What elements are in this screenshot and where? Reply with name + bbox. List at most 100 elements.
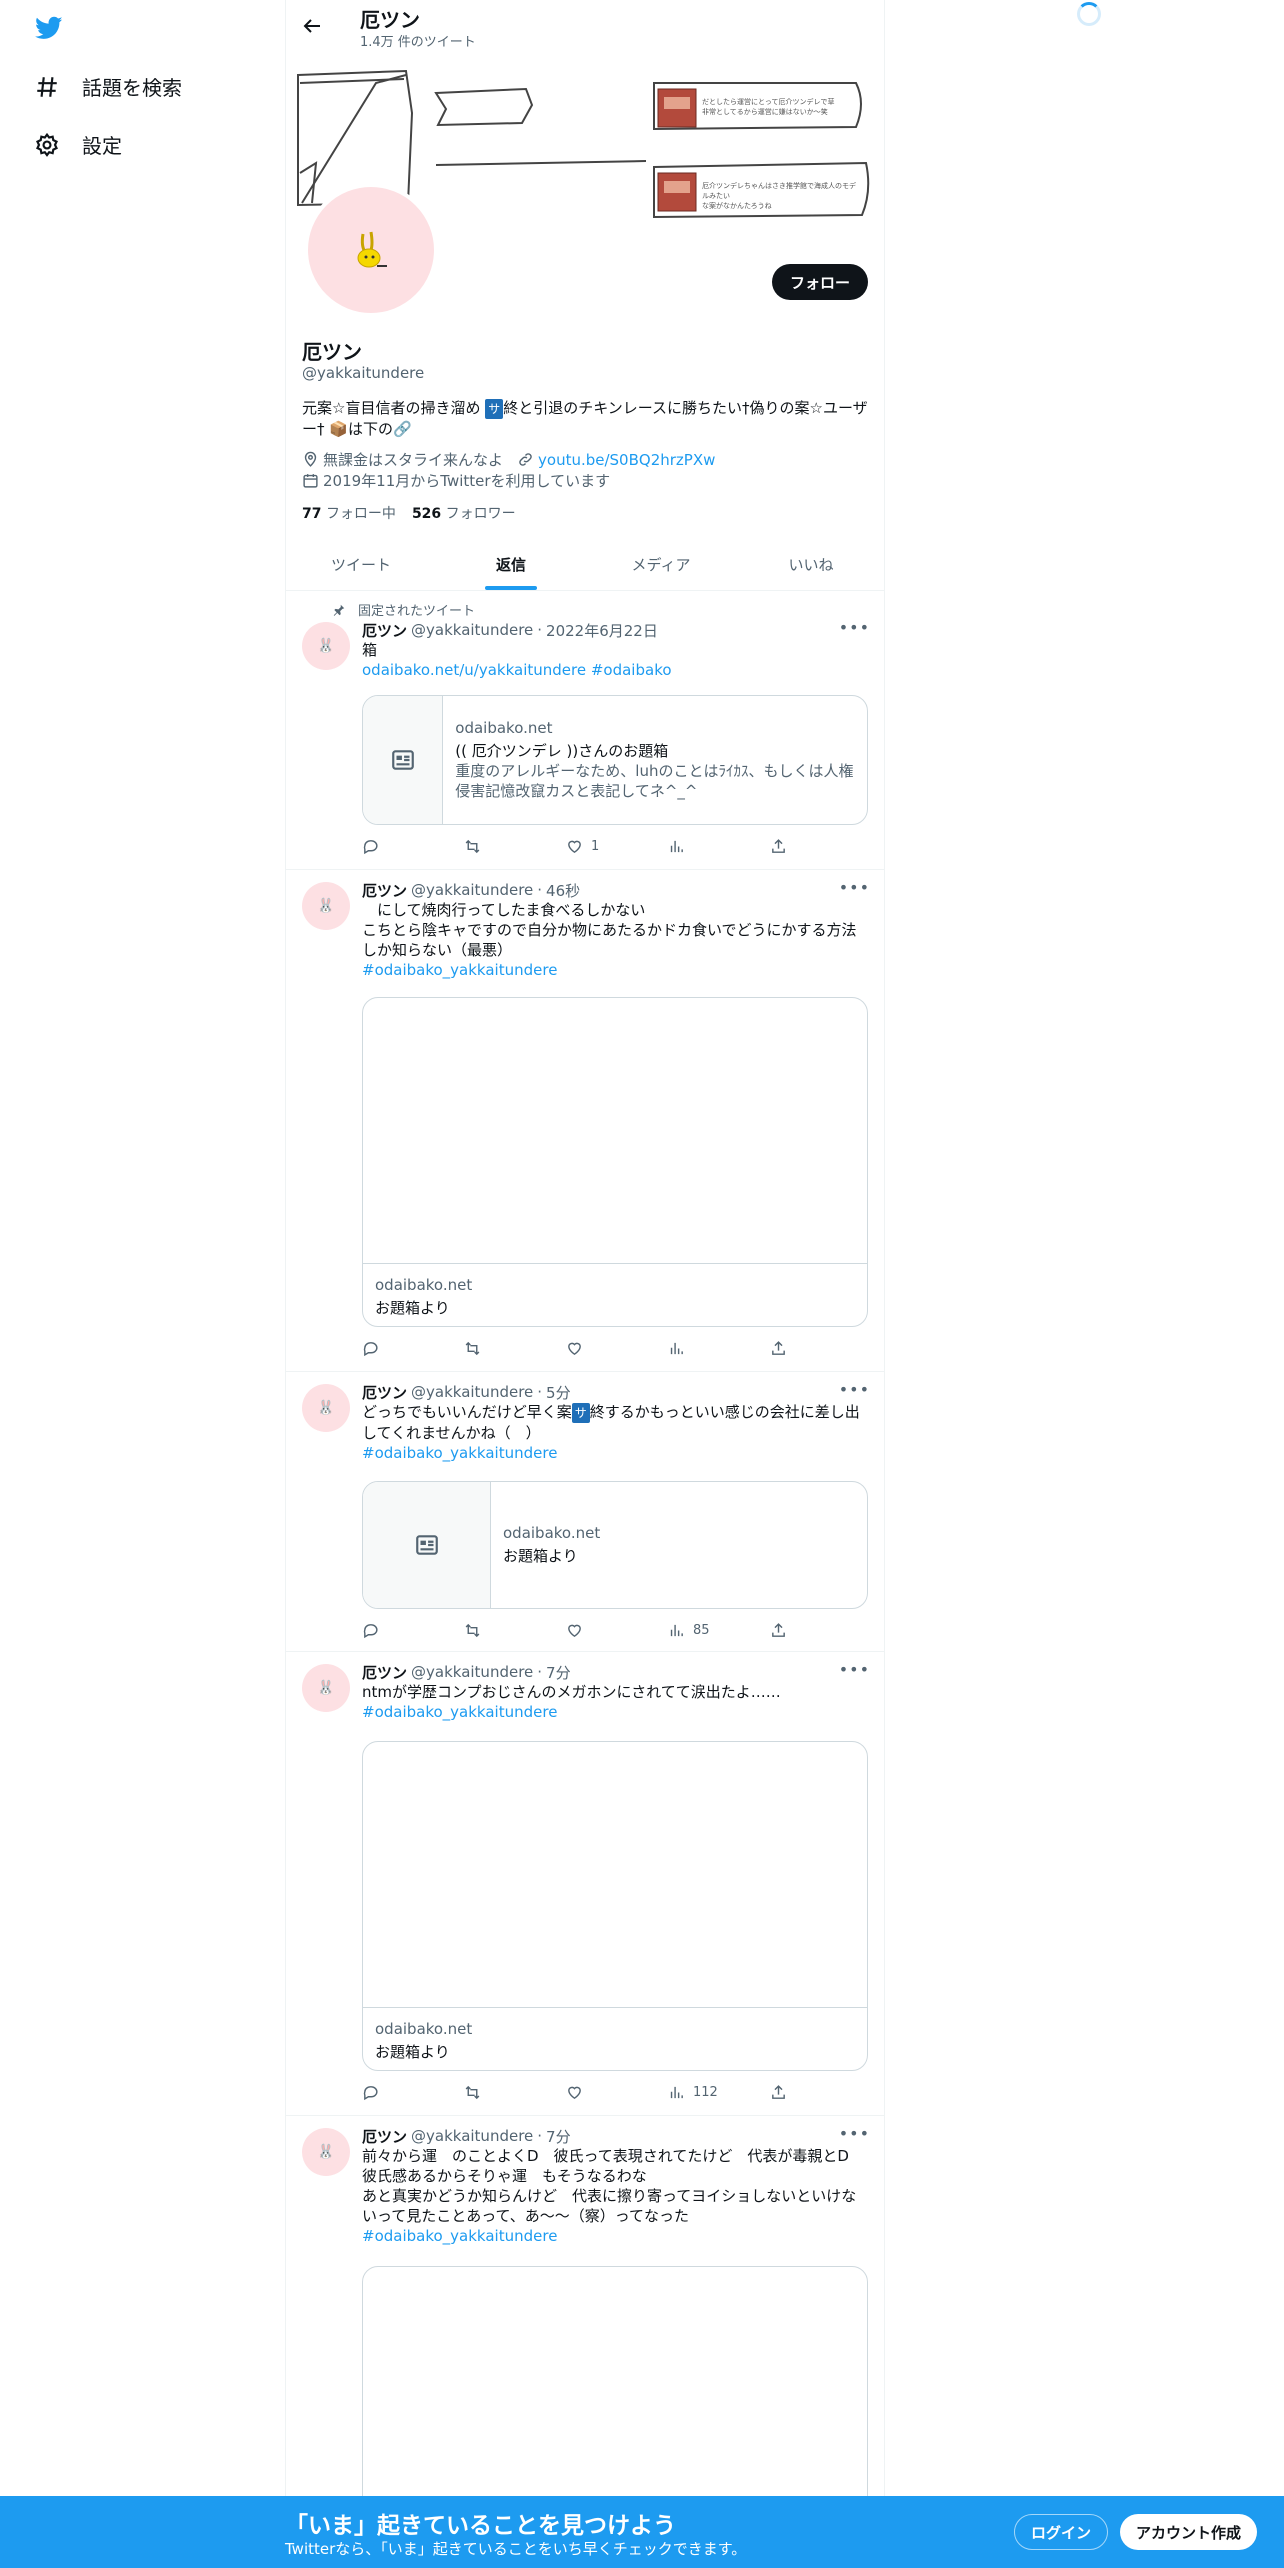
nav-explore[interactable]: 話題を検索 xyxy=(34,72,182,101)
profile-avatar[interactable] xyxy=(304,183,438,317)
tweet-avatar[interactable]: 🐰 xyxy=(302,1384,350,1432)
like-button[interactable] xyxy=(566,1340,626,1357)
views-button[interactable]: 112 xyxy=(668,2084,728,2101)
bar-chart-icon xyxy=(670,840,683,853)
tweet-avatar[interactable]: 🐰 xyxy=(302,1664,350,1712)
link-card[interactable]: odaibako.net (( 厄介ツンデレ ))さんのお題箱 重度のアレルギー… xyxy=(362,695,868,825)
profile-name: 厄ツン xyxy=(302,340,362,364)
profile-joined: 2019年11月からTwitterを利用しています xyxy=(302,470,610,491)
reply-button[interactable] xyxy=(362,2084,422,2101)
reply-button[interactable] xyxy=(362,1340,422,1357)
tweet-header: 厄ツン @yakkaitundere · 7分 xyxy=(362,1662,571,1683)
tweet-link[interactable]: #odaibako_yakkaitundere xyxy=(362,2226,870,2246)
share-icon xyxy=(772,1623,785,1637)
header-name: 厄ツン xyxy=(360,8,420,32)
retweet-button[interactable] xyxy=(464,2084,524,2101)
reply-icon xyxy=(363,1624,378,1639)
bio-text-1: 元案☆盲目信者の掃き溜め xyxy=(302,399,486,417)
profile-handle: @yakkaitundere xyxy=(302,364,425,382)
share-button[interactable] xyxy=(770,1622,787,1639)
like-button[interactable] xyxy=(566,2084,626,2101)
views-button[interactable]: 85 xyxy=(668,1622,728,1639)
tweet-author-name[interactable]: 厄ツン xyxy=(362,1382,407,1403)
profile-location: 無課金はスタライ来んなよ xyxy=(302,449,503,470)
tweet-author-handle[interactable]: @yakkaitundere xyxy=(411,621,533,639)
tweet-item[interactable]: 🐰 ••• 厄ツン @yakkaitundere · 5分 どっちでもいいんだけ… xyxy=(286,1372,884,1652)
heart-icon xyxy=(568,2086,581,2100)
profile-tabs: ツイート 返信 メディア いいね xyxy=(286,538,884,591)
reply-icon xyxy=(363,2086,378,2101)
reply-button[interactable] xyxy=(362,1622,422,1639)
share-icon xyxy=(772,1341,785,1355)
location-pin-icon xyxy=(304,451,317,467)
tweet-link[interactable]: #odaibako_yakkaitundere xyxy=(362,1702,870,1722)
tweet-time[interactable]: 7分 xyxy=(546,1662,571,1683)
tweet-item[interactable]: 固定されたツイート 🐰 ••• 厄ツン @yakkaitundere · 202… xyxy=(286,592,884,870)
profile-url[interactable]: youtu.be/S0BQ2hrzPXw xyxy=(517,451,715,469)
tab-media[interactable]: メディア xyxy=(586,538,736,590)
profile-meta-row: 無課金はスタライ来んなよ youtu.be/S0BQ2hrzPXw xyxy=(302,449,715,470)
views-button[interactable] xyxy=(668,838,728,855)
pinned-indicator: 固定されたツイート xyxy=(332,600,475,619)
share-button[interactable] xyxy=(770,838,787,855)
tweet-author-handle[interactable]: @yakkaitundere xyxy=(411,1383,533,1401)
share-button[interactable] xyxy=(770,2084,787,2101)
views-button[interactable] xyxy=(668,1340,728,1357)
tweet-link[interactable]: odaibako.net/u/yakkaitundere #odaibako xyxy=(362,660,870,680)
retweet-icon xyxy=(465,1623,480,1638)
tweet-author-name[interactable]: 厄ツン xyxy=(362,2126,407,2147)
share-button[interactable] xyxy=(770,1340,787,1357)
like-button[interactable]: 1 xyxy=(566,838,626,855)
tweet-actions: 112 xyxy=(362,2084,787,2101)
retweet-button[interactable] xyxy=(464,838,524,855)
tweet-author-name[interactable]: 厄ツン xyxy=(362,1662,407,1683)
follow-button[interactable]: フォロー xyxy=(771,264,868,300)
card-domain: odaibako.net xyxy=(503,1524,601,1542)
retweet-button[interactable] xyxy=(464,1340,524,1357)
tweet-author-handle[interactable]: @yakkaitundere xyxy=(411,1663,533,1681)
tweet-time[interactable]: 2022年6月22日 xyxy=(546,620,658,641)
following-stat[interactable]: 77 フォロー中 xyxy=(302,503,396,523)
tweet-author-handle[interactable]: @yakkaitundere xyxy=(411,2127,533,2145)
tweet-time[interactable]: 5分 xyxy=(546,1382,571,1403)
tweet-author-handle[interactable]: @yakkaitundere xyxy=(411,881,533,899)
retweet-button[interactable] xyxy=(464,1622,524,1639)
profile-url-text[interactable]: youtu.be/S0BQ2hrzPXw xyxy=(538,451,715,469)
tweet-link[interactable]: #odaibako_yakkaitundere xyxy=(362,960,870,980)
bar-chart-icon xyxy=(670,1624,683,1637)
followers-stat[interactable]: 526 フォロワー xyxy=(412,503,516,523)
tab-tweets[interactable]: ツイート xyxy=(286,538,436,590)
link-card[interactable]: odaibako.net お題箱より xyxy=(362,1741,868,2071)
tweet-avatar[interactable]: 🐰 xyxy=(302,882,350,930)
tab-replies[interactable]: 返信 xyxy=(436,538,586,590)
following-label: フォロー中 xyxy=(325,506,396,522)
tweet-author-name[interactable]: 厄ツン xyxy=(362,620,407,641)
card-domain: odaibako.net xyxy=(455,719,553,737)
tweet-item[interactable]: 🐰 ••• 厄ツン @yakkaitundere · 46秒 にして焼肉行ってし… xyxy=(286,870,884,1372)
profile-location-text: 無課金はスタライ来んなよ xyxy=(323,451,504,469)
link-card[interactable]: odaibako.net お題箱より xyxy=(362,1481,868,1609)
reply-icon xyxy=(363,840,378,855)
back-arrow-icon[interactable] xyxy=(300,14,324,38)
followers-label: フォロワー xyxy=(445,506,516,522)
tweet-item[interactable]: 🐰 ••• 厄ツン @yakkaitundere · 7分 ntmが学歴コンプお… xyxy=(286,1652,884,2116)
tweet-author-name[interactable]: 厄ツン xyxy=(362,880,407,901)
tab-likes[interactable]: いいね xyxy=(736,538,884,590)
twitter-bird-icon[interactable] xyxy=(32,14,66,42)
tweet-link[interactable]: #odaibako_yakkaitundere xyxy=(362,1443,870,1463)
link-card[interactable]: odaibako.net お題箱より xyxy=(362,997,868,1327)
tweet-body: 厄ツン @yakkaitundere · 7分 前々から運 のことよくD 彼氏っ… xyxy=(362,2126,870,2246)
reply-button[interactable] xyxy=(362,838,422,855)
tweet-badge: サ xyxy=(571,1403,590,1423)
tweet-time[interactable]: 7分 xyxy=(546,2126,571,2147)
like-button[interactable] xyxy=(566,1622,626,1639)
tweet-actions xyxy=(362,1340,787,1357)
tweet-time[interactable]: 46秒 xyxy=(546,880,580,901)
signup-button[interactable]: アカウント作成 xyxy=(1120,2514,1258,2550)
nav-settings[interactable]: 設定 xyxy=(34,130,122,159)
tweet-avatar[interactable]: 🐰 xyxy=(302,622,350,670)
main-column: 厄ツン 1.4万 件のツイート だとしたら運営にとって厄介ツンデレで草 非常とし… xyxy=(285,0,885,2568)
login-button[interactable]: ログイン xyxy=(1014,2514,1109,2550)
like-count: 1 xyxy=(591,839,600,854)
tweet-avatar[interactable]: 🐰 xyxy=(302,2128,350,2176)
